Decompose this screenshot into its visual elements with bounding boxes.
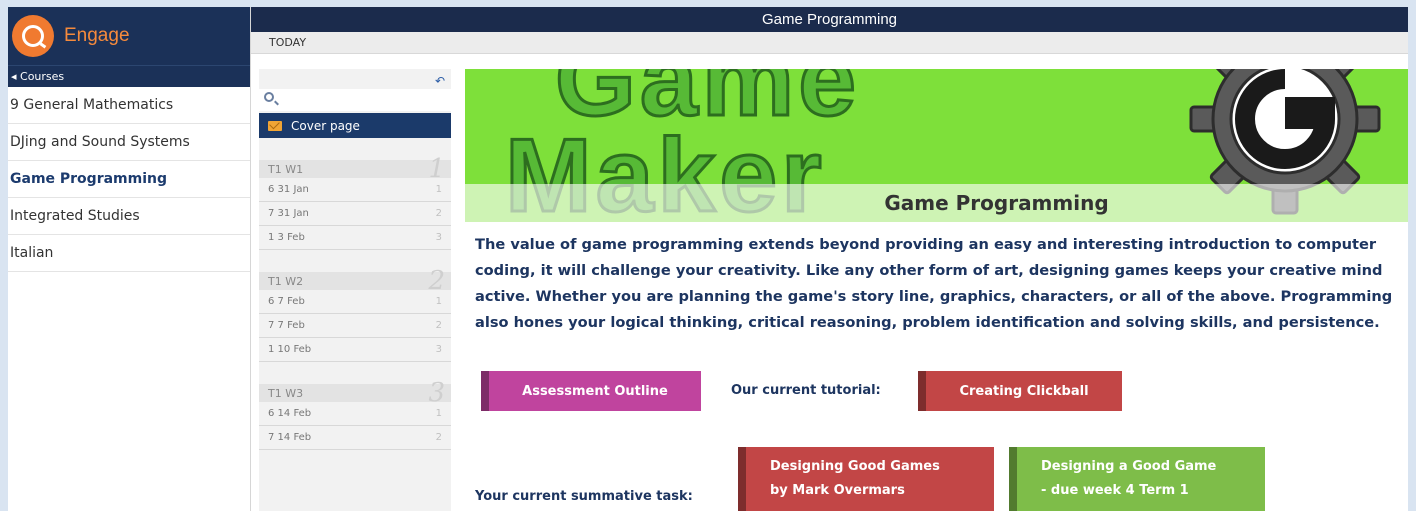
sidebar-course-item[interactable]: Italian [8, 235, 250, 272]
lesson-date: 7 31 Jan [268, 208, 309, 219]
lesson-item[interactable]: 7 31 Jan 2 [259, 202, 451, 226]
week-header[interactable]: T1 W2 2 [259, 266, 451, 296]
week-group: T1 W1 1 6 31 Jan 1 7 31 Jan 2 1 3 Feb 3 [259, 154, 451, 250]
main-content: Game Maker Game Programming The value of… [465, 69, 1408, 511]
lesson-index: 1 [435, 296, 442, 307]
lesson-nav-toolbar: ↶ [259, 69, 451, 89]
courses-back-link[interactable]: ◂ Courses [8, 65, 250, 87]
lesson-index: 1 [435, 408, 442, 419]
week-group: T1 W2 2 6 7 Feb 1 7 7 Feb 2 1 10 Feb 3 [259, 266, 451, 362]
lesson-date: 6 7 Feb [268, 296, 305, 307]
designing-a-good-game-button[interactable]: Designing a Good Game - due week 4 Term … [1009, 447, 1265, 511]
lesson-date: 7 7 Feb [268, 320, 305, 331]
sidebar-course-item[interactable]: Integrated Studies [8, 198, 250, 235]
today-link[interactable]: TODAY [269, 36, 306, 49]
creating-clickball-button[interactable]: Creating Clickball [918, 371, 1122, 411]
page-title: Game Programming [251, 7, 1408, 32]
brand-header[interactable]: Engage [8, 7, 250, 65]
lesson-date: 6 14 Feb [268, 408, 312, 419]
week-list: T1 W1 1 6 31 Jan 1 7 31 Jan 2 1 3 Feb 3 T1 W2 2 6 … [259, 154, 451, 450]
lesson-item[interactable]: 6 31 Jan 1 [259, 178, 451, 202]
cover-page-item[interactable]: Cover page [259, 113, 451, 138]
brand-name: Engage [64, 25, 130, 46]
lesson-index: 3 [435, 232, 442, 243]
lesson-date: 7 14 Feb [268, 432, 312, 443]
lesson-index: 2 [435, 320, 442, 331]
week-label: T1 W2 [268, 274, 304, 288]
designing-good-games-button[interactable]: Designing Good Games by Mark Overmars [738, 447, 994, 511]
lesson-date: 1 3 Feb [268, 232, 305, 243]
app-frame: Engage ◂ Courses 9 General Mathematics DJ… [8, 7, 1408, 511]
week-header[interactable]: T1 W1 1 [259, 154, 451, 184]
search-input[interactable] [277, 91, 445, 109]
week-label: T1 W1 [268, 162, 304, 176]
lesson-item[interactable]: 7 7 Feb 2 [259, 314, 451, 338]
banner-title: Game Programming [884, 191, 1109, 215]
today-bar: TODAY [251, 32, 1408, 54]
banner-caption: Game Programming [465, 184, 1408, 222]
lesson-index: 2 [435, 208, 442, 219]
lesson-date: 6 31 Jan [268, 184, 309, 195]
engage-logo-icon [12, 15, 54, 57]
course-description: The value of game programming extends be… [475, 236, 1393, 331]
sidebar-course-item[interactable]: Game Programming [8, 161, 250, 198]
lesson-item[interactable]: 6 14 Feb 1 [259, 402, 451, 426]
lesson-index: 2 [435, 432, 442, 443]
week-label: T1 W3 [268, 386, 304, 400]
undo-arrow-icon[interactable]: ↶ [435, 74, 445, 88]
lesson-search [259, 89, 451, 111]
lesson-item[interactable]: 6 7 Feb 1 [259, 290, 451, 314]
lesson-index: 3 [435, 344, 442, 355]
sidebar-course-item[interactable]: DJing and Sound Systems [8, 124, 250, 161]
summative-task-label: Your current summative task: [475, 489, 693, 504]
assessment-outline-button[interactable]: Assessment Outline [481, 371, 701, 411]
lesson-index: 1 [435, 184, 442, 195]
cover-page-label: Cover page [291, 118, 360, 133]
current-tutorial-label: Our current tutorial: [731, 383, 881, 398]
lesson-item[interactable]: 7 14 Feb 2 [259, 426, 451, 450]
lesson-date: 1 10 Feb [268, 344, 312, 355]
lesson-item[interactable]: 1 10 Feb 3 [259, 338, 451, 362]
search-icon [264, 92, 274, 102]
lesson-nav: ↶ Cover page T1 W1 1 6 31 Jan 1 7 31 Jan 2 1 3… [259, 69, 451, 511]
week-group: T1 W3 3 6 14 Feb 1 7 14 Feb 2 [259, 378, 451, 450]
sidebar: Engage ◂ Courses 9 General Mathematics DJ… [8, 7, 251, 511]
course-banner: Game Maker Game Programming [465, 69, 1408, 222]
sidebar-course-item[interactable]: 9 General Mathematics [8, 87, 250, 124]
week-header[interactable]: T1 W3 3 [259, 378, 451, 408]
lesson-item[interactable]: 1 3 Feb 3 [259, 226, 451, 250]
envelope-icon [268, 120, 282, 131]
course-list: 9 General Mathematics DJing and Sound Sys… [8, 87, 250, 272]
